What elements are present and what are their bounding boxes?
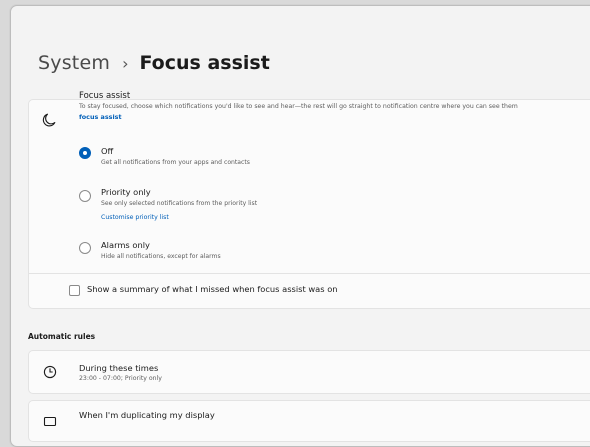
focus-assist-title: Focus assist [79,91,131,101]
radio-priority-only[interactable] [79,190,91,202]
rule-during-times-title: During these times [79,363,159,373]
page-title: Focus assist [139,52,270,74]
option-alarms-description: Hide all notifications, except for alarm… [101,253,221,260]
rule-during-times[interactable]: During these times 23:00 - 07:00; Priori… [28,350,590,394]
option-priority-label[interactable]: Priority only [101,187,151,197]
rule-during-times-subtitle: 23:00 - 07:00; Priority only [79,375,162,382]
display-icon [43,416,57,427]
focus-assist-options: Off Get all notifications from your apps… [28,137,590,274]
clock-icon [43,365,57,379]
radio-off[interactable] [79,147,91,159]
focus-assist-link[interactable]: focus assist [79,113,122,121]
radio-alarms-only[interactable] [79,242,91,254]
option-off-description: Get all notifications from your apps and… [101,159,250,166]
focus-assist-card[interactable]: Focus assist To stay focused, choose whi… [28,91,590,138]
breadcrumb: System › Focus assist [38,48,270,78]
option-off-label[interactable]: Off [101,146,113,156]
summary-checkbox-label[interactable]: Show a summary of what I missed when foc… [87,284,338,294]
focus-assist-description: To stay focused, choose which notificati… [79,103,518,110]
summary-option-card: Show a summary of what I missed when foc… [28,274,590,309]
customise-priority-link[interactable]: Customise priority list [101,214,169,221]
option-alarms-label[interactable]: Alarms only [101,240,150,250]
breadcrumb-separator: › [122,53,129,73]
rule-duplicating-display[interactable]: When I'm duplicating my display [28,400,590,442]
breadcrumb-system[interactable]: System [38,52,110,74]
summary-checkbox[interactable] [69,285,80,296]
option-priority-description: See only selected notifications from the… [101,200,258,207]
automatic-rules-heading: Automatic rules [28,332,96,341]
moon-icon [42,113,56,127]
rule-duplicating-title: When I'm duplicating my display [79,410,215,420]
